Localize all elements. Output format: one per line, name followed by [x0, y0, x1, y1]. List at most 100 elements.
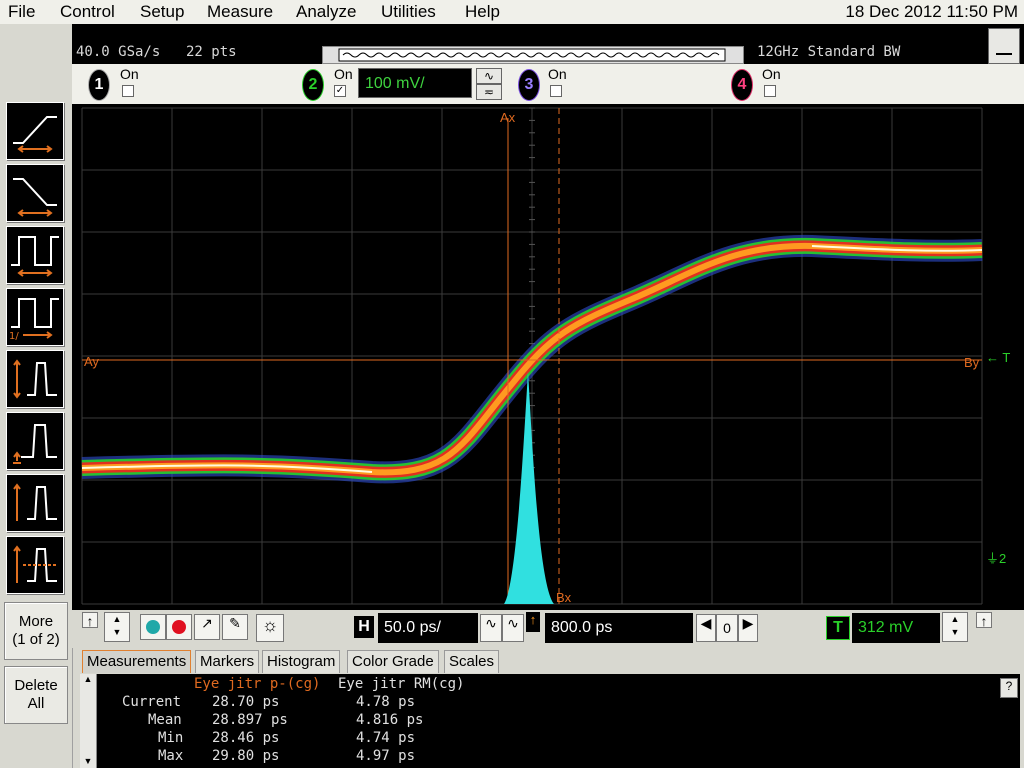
menu-file[interactable]: File: [8, 2, 35, 22]
clear-display-button[interactable]: ✎: [222, 614, 248, 640]
row-max-v1: 29.80 ps: [212, 748, 280, 764]
channel-4-on-label: On: [762, 66, 781, 82]
record-points: 22 pts: [186, 44, 237, 60]
svg-text:1/: 1/: [9, 331, 19, 342]
row-max-label: Max: [158, 748, 184, 764]
position-left-button[interactable]: ◀: [696, 614, 716, 642]
waveform-graticule: [81, 107, 983, 605]
menu-control[interactable]: Control: [60, 2, 115, 22]
bandwidth-label: 12GHz Standard BW: [757, 44, 901, 60]
tab-histogram[interactable]: Histogram: [262, 650, 341, 673]
position-right-button[interactable]: ▶: [738, 614, 758, 642]
period-button[interactable]: [6, 226, 64, 284]
measurements-panel: ▲ ▼ Eye jitr p-(cg) Eye jitr RM(cg) ? Cu…: [80, 674, 1020, 768]
menu-utilities[interactable]: Utilities: [381, 2, 436, 22]
channel-2-scale-field[interactable]: 100 mV/: [358, 68, 472, 98]
trigger-level-field[interactable]: 312 mV: [852, 613, 940, 643]
horizontal-fine-button[interactable]: ∿: [480, 614, 502, 642]
waveform-overview-scrollbar[interactable]: [322, 46, 744, 64]
channel-1-checkbox[interactable]: [122, 85, 134, 97]
channel-2-on-label: On: [334, 66, 353, 82]
vpp-button[interactable]: [6, 350, 64, 408]
stop-button[interactable]: [166, 614, 192, 640]
jitter-histogram: [504, 372, 554, 604]
vmin-button[interactable]: [6, 474, 64, 532]
period-icon: [11, 236, 59, 277]
single-acquire-icon: ↗: [201, 615, 213, 631]
measurement-col1-title[interactable]: Eye jitr p-(cg): [194, 676, 320, 692]
row-current-v2: 4.78 ps: [356, 694, 416, 710]
horizontal-coarse-button[interactable]: ∿: [502, 614, 524, 642]
channel-2-ground-marker[interactable]: ⏚2: [986, 548, 1006, 567]
chevron-left-icon: ◀: [700, 615, 712, 631]
frequency-button[interactable]: 1/: [6, 288, 64, 346]
horizontal-position-field[interactable]: 800.0 ps: [545, 613, 693, 643]
wave-alt-icon: ∿: [507, 615, 519, 631]
menu-setup[interactable]: Setup: [140, 2, 184, 22]
panel-tabs: Measurements Markers Histogram Color Gra…: [82, 648, 1002, 674]
channel-1-number: 1: [94, 76, 104, 93]
help-button[interactable]: ?: [1000, 678, 1018, 698]
fall-time-button[interactable]: [6, 164, 64, 222]
sample-rate: 40.0 GSa/s: [76, 44, 161, 60]
menu-bar: File Control Setup Measure Analyze Utili…: [0, 0, 1024, 24]
channel-1-badge[interactable]: 1: [88, 69, 110, 101]
horizontal-scale-field[interactable]: 50.0 ps/: [378, 613, 478, 643]
trigger-level-stepper[interactable]: ▲ ▼: [942, 612, 968, 642]
datetime: 18 Dec 2012 11:50 PM: [845, 2, 1018, 21]
tab-markers[interactable]: Markers: [195, 650, 260, 673]
marker-ay-label: Ay: [84, 354, 99, 369]
channel-2-checkbox[interactable]: ✓: [334, 85, 346, 97]
horizontal-label: H: [354, 616, 374, 638]
measurements-scrollbar[interactable]: ▲ ▼: [80, 674, 97, 768]
channel-2-ac-coupling-button[interactable]: ∿: [476, 68, 502, 84]
scroll-up-arrow-icon[interactable]: ▲: [80, 674, 96, 684]
vmin-icon: [13, 483, 57, 521]
channel-3-badge[interactable]: 3: [518, 69, 540, 101]
menu-measure[interactable]: Measure: [207, 2, 273, 22]
channel-2-badge[interactable]: 2: [302, 69, 324, 101]
overview-waveform: [338, 48, 726, 62]
menu-help[interactable]: Help: [465, 2, 500, 22]
row-mean-v2: 4.816 ps: [356, 712, 424, 728]
waveform-display[interactable]: Ax Bx Ay By ← T ⏚2: [72, 104, 1024, 610]
measurement-col2-title[interactable]: Eye jitr RM(cg): [338, 676, 464, 692]
rise-time-button[interactable]: [6, 102, 64, 160]
channel-3-checkbox[interactable]: [550, 85, 562, 97]
brightness-icon: ☼: [261, 615, 279, 635]
single-button[interactable]: ↗: [194, 614, 220, 640]
reference-position[interactable]: 0: [716, 614, 738, 642]
menu-analyze[interactable]: Analyze: [296, 2, 356, 22]
delete-all-button[interactable]: Delete All: [4, 666, 68, 724]
vavg-button[interactable]: [6, 536, 64, 594]
row-current-v1: 28.70 ps: [212, 694, 280, 710]
stop-icon: [172, 620, 186, 634]
trigger-position-icon[interactable]: ↑: [526, 612, 540, 632]
vmax-button[interactable]: [6, 412, 64, 470]
rise-time-icon: [13, 116, 57, 153]
trigger-up-icon[interactable]: ↑: [976, 612, 992, 629]
channel-2-number: 2: [308, 76, 318, 93]
channel-4-badge[interactable]: 4: [731, 69, 753, 101]
channel-2-dc-coupling-button[interactable]: ≂: [476, 84, 502, 100]
minimize-button[interactable]: [988, 28, 1020, 64]
run-button[interactable]: [140, 614, 166, 640]
brightness-button[interactable]: ☼: [256, 614, 284, 642]
ac-wave-icon: ∿: [483, 69, 495, 83]
scroll-down-arrow-icon[interactable]: ▼: [80, 756, 96, 766]
tab-scales[interactable]: Scales: [444, 650, 500, 673]
tab-color-grade[interactable]: Color Grade: [347, 650, 439, 673]
row-mean-label: Mean: [148, 712, 182, 728]
chevron-right-icon: ▶: [742, 615, 754, 631]
more-button[interactable]: More (1 of 2): [4, 602, 68, 660]
trigger-level-marker[interactable]: ← T: [986, 350, 1010, 365]
row-current-label: Current: [122, 694, 182, 710]
tab-measurements[interactable]: Measurements: [82, 650, 192, 673]
row-min-v1: 28.46 ps: [212, 730, 280, 746]
scroll-up-icon[interactable]: ↑: [82, 612, 98, 629]
wave-icon: ∿: [485, 615, 497, 631]
channel-3-on-label: On: [548, 66, 567, 82]
vertical-stepper[interactable]: ▲ ▼: [104, 612, 130, 642]
trigger-marker-label: T: [1002, 350, 1011, 365]
channel-4-checkbox[interactable]: [764, 85, 776, 97]
